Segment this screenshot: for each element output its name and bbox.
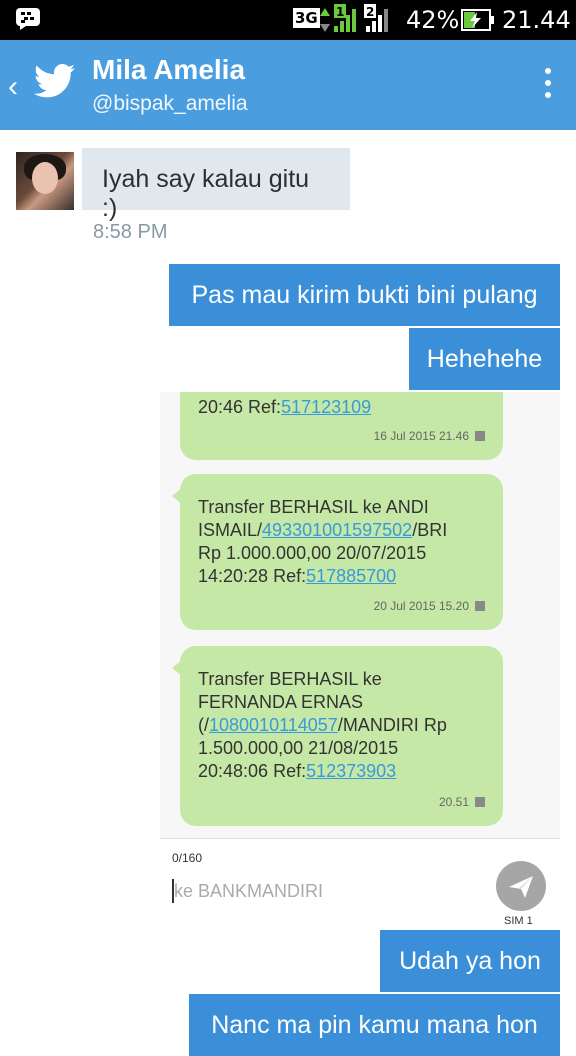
sms-timestamp: 20.51: [439, 791, 485, 814]
outgoing-message: Udah ya hon: [380, 930, 560, 992]
sms-compose-bar: 0/160 ke BANKMANDIRI SIM 1: [160, 838, 560, 926]
incoming-message: Iyah say kalau gitu :): [82, 148, 350, 222]
network-type-label: 3G: [293, 8, 320, 28]
clock: 21.44: [502, 6, 571, 34]
message-timestamp: 8:58 PM: [93, 221, 168, 243]
battery-percent: 42%: [406, 6, 460, 34]
ref-link[interactable]: 517123109: [281, 397, 371, 417]
battery-charging-icon: [461, 8, 495, 37]
signal-sim1-icon: 1: [332, 4, 360, 39]
sms-timestamp: 20 Jul 2015 15.20: [374, 595, 485, 618]
sms-bubble: Transfer BERHASIL ke FERNANDA ERNAS (/10…: [172, 646, 503, 826]
twitter-bird-icon: [33, 64, 76, 105]
contact-name: Mila Amelia: [92, 54, 246, 85]
sim-indicator-icon: [475, 797, 485, 807]
outgoing-message: Hehehehe: [409, 328, 560, 390]
outgoing-message: Pas mau kirim bukti bini pulang: [169, 264, 560, 326]
svg-text:1: 1: [336, 5, 344, 19]
sim-label: SIM 1: [504, 915, 533, 926]
signal-sim2-icon: 2: [364, 4, 394, 39]
attached-screenshot[interactable]: 20:46 Ref:517123109 16 Jul 2015 21.46 Tr…: [160, 392, 560, 926]
back-icon[interactable]: ‹: [8, 70, 18, 104]
status-bar: 3G 1 2 42% 21.44: [0, 0, 576, 40]
conversation-header: ‹ Mila Amelia @bispak_amelia: [0, 40, 576, 130]
overflow-menu-icon[interactable]: [536, 64, 560, 104]
svg-text:2: 2: [366, 5, 374, 19]
ref-link[interactable]: 512373903: [306, 761, 396, 781]
outgoing-message: Nanc ma pin kamu mana hon: [189, 994, 560, 1056]
sms-bubble: 20:46 Ref:517123109 16 Jul 2015 21.46: [180, 392, 503, 460]
contact-handle: @bispak_amelia: [92, 92, 248, 115]
data-arrows-icon: [319, 6, 331, 39]
avatar[interactable]: [16, 152, 74, 210]
sms-timestamp: 16 Jul 2015 21.46: [374, 425, 485, 448]
bbm-icon: [16, 8, 40, 35]
sms-bubble: Transfer BERHASIL ke ANDI ISMAIL/4933010…: [172, 474, 503, 630]
ref-link[interactable]: 517885700: [306, 566, 396, 586]
char-counter: 0/160: [172, 851, 203, 865]
sim-indicator-icon: [475, 601, 485, 611]
sim-indicator-icon: [475, 431, 485, 441]
account-link[interactable]: 493301001597502: [262, 520, 412, 540]
account-link[interactable]: 1080010114057: [209, 715, 338, 735]
sms-input[interactable]: ke BANKMANDIRI: [174, 881, 323, 902]
send-icon[interactable]: [496, 861, 546, 911]
